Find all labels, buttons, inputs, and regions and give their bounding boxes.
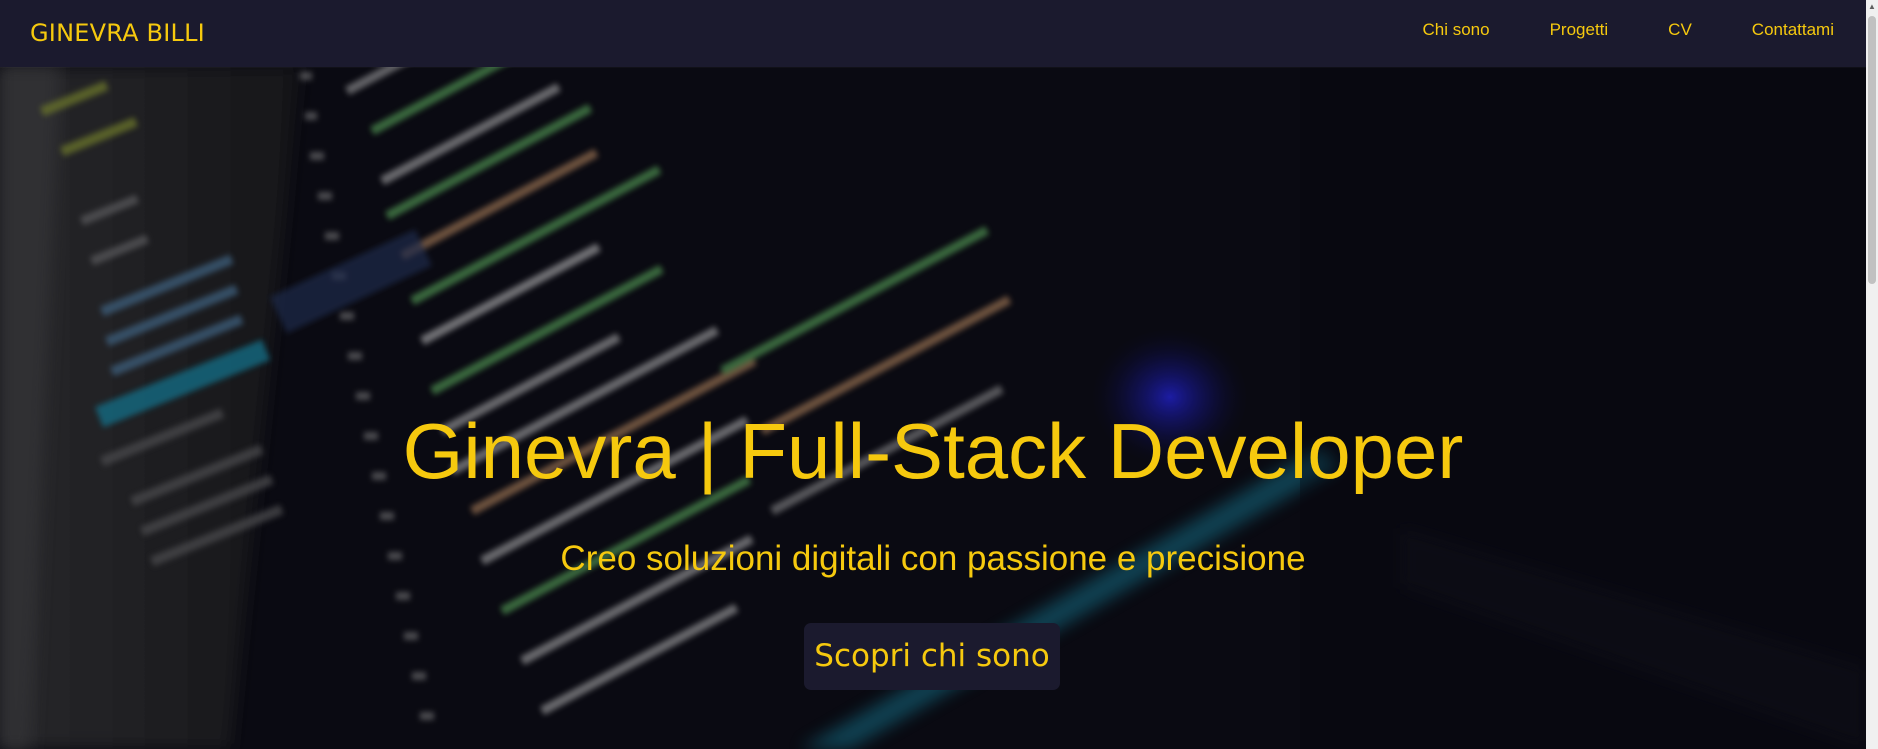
nav-link-cv[interactable]: CV <box>1668 20 1692 40</box>
page: GINEVRA BILLI Chi sono Progetti CV Conta… <box>0 0 1878 749</box>
nav-link-chi-sono[interactable]: Chi sono <box>1422 20 1489 40</box>
hero-title: Ginevra | Full-Stack Developer <box>402 407 1464 495</box>
scrollbar-thumb[interactable] <box>1868 16 1876 284</box>
hero-subtitle: Creo soluzioni digitali con passione e p… <box>560 539 1306 578</box>
triangle-up-icon[interactable]: ▲ <box>1866 0 1878 14</box>
discover-about-button[interactable]: Scopri chi sono <box>804 623 1060 690</box>
vertical-scrollbar[interactable]: ▲ <box>1866 0 1878 749</box>
nav-link-progetti[interactable]: Progetti <box>1550 20 1609 40</box>
brand-logo[interactable]: GINEVRA BILLI <box>30 19 205 47</box>
nav-links: Chi sono Progetti CV Contattami <box>1422 20 1834 40</box>
navbar: GINEVRA BILLI Chi sono Progetti CV Conta… <box>0 0 1866 67</box>
nav-link-contattami[interactable]: Contattami <box>1752 20 1834 40</box>
